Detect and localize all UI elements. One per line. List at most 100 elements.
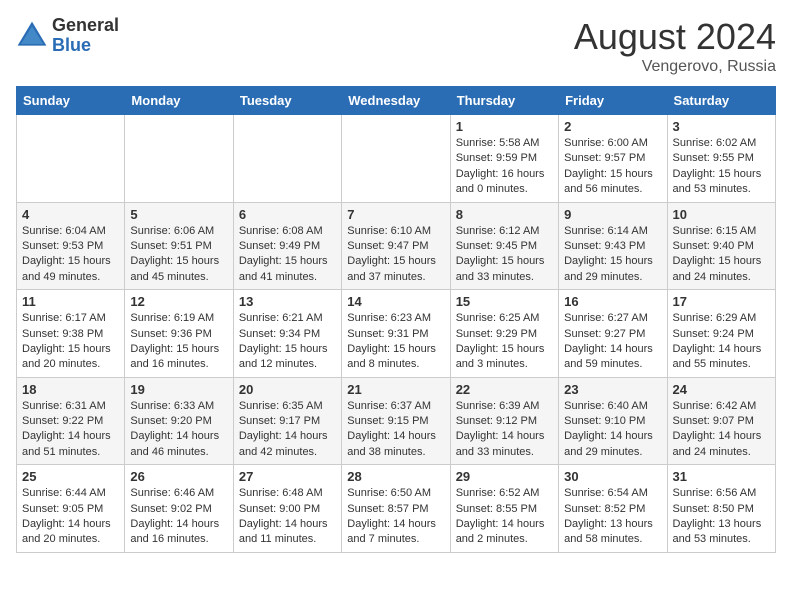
- day-info: Sunrise: 6:19 AM Sunset: 9:36 PM Dayligh…: [130, 311, 227, 373]
- day-info: Sunrise: 6:54 AM Sunset: 8:52 PM Dayligh…: [564, 486, 661, 548]
- day-number: 13: [239, 294, 336, 309]
- day-header-sunday: Sunday: [17, 87, 125, 115]
- calendar-cell: 15 Sunrise: 6:25 AM Sunset: 9:29 PM Dayli…: [450, 290, 558, 378]
- month-title: August 2024: [574, 16, 776, 58]
- calendar-cell: 9Sunrise: 6:14 AM Sunset: 9:43 PM Daylig…: [559, 202, 667, 290]
- day-number: 12: [130, 294, 227, 309]
- day-number: 31: [673, 469, 770, 484]
- header: General Blue August 2024 Vengerovo, Russ…: [16, 16, 776, 76]
- logo-blue-text: Blue: [52, 36, 119, 56]
- calendar-week-1: 1 Sunrise: 5:58 AM Sunset: 9:59 PM Daylig…: [17, 115, 776, 203]
- day-info: Sunrise: 6:52 AM Sunset: 8:55 PM Dayligh…: [456, 486, 553, 548]
- day-number: 2: [564, 119, 661, 134]
- calendar-cell: 4 Sunrise: 6:04 AM Sunset: 9:53 PM Daylig…: [17, 202, 125, 290]
- day-number: 3: [673, 119, 770, 134]
- location: Vengerovo, Russia: [574, 58, 776, 76]
- day-info: Sunrise: 6:17 AM Sunset: 9:38 PM Dayligh…: [22, 311, 119, 373]
- day-number: 11: [22, 294, 119, 309]
- day-number: 30: [564, 469, 661, 484]
- day-number: 25: [22, 469, 119, 484]
- day-info: Sunrise: 6:08 AM Sunset: 9:49 PM Dayligh…: [239, 224, 336, 286]
- day-info: Sunrise: 5:58 AM Sunset: 9:59 PM Dayligh…: [456, 136, 553, 198]
- day-number: 26: [130, 469, 227, 484]
- calendar-cell: 2 Sunrise: 6:00 AM Sunset: 9:57 PM Daylig…: [559, 115, 667, 203]
- day-info: Sunrise: 6:46 AM Sunset: 9:02 PM Dayligh…: [130, 486, 227, 548]
- calendar-cell: 25Sunrise: 6:44 AM Sunset: 9:05 PM Dayli…: [17, 465, 125, 553]
- day-header-wednesday: Wednesday: [342, 87, 450, 115]
- day-info: Sunrise: 6:14 AM Sunset: 9:43 PM Dayligh…: [564, 224, 661, 286]
- calendar-table: SundayMondayTuesdayWednesdayThursdayFrid…: [16, 86, 776, 553]
- day-number: 8: [456, 207, 553, 222]
- calendar-cell: 6Sunrise: 6:08 AM Sunset: 9:49 PM Daylig…: [233, 202, 341, 290]
- day-info: Sunrise: 6:15 AM Sunset: 9:40 PM Dayligh…: [673, 224, 770, 286]
- calendar-week-4: 18 Sunrise: 6:31 AM Sunset: 9:22 PM Dayli…: [17, 377, 776, 465]
- calendar-cell: 13 Sunrise: 6:21 AM Sunset: 9:34 PM Dayli…: [233, 290, 341, 378]
- day-number: 17: [673, 294, 770, 309]
- calendar-cell: 30 Sunrise: 6:54 AM Sunset: 8:52 PM Dayli…: [559, 465, 667, 553]
- calendar-cell: 23 Sunrise: 6:40 AM Sunset: 9:10 PM Dayli…: [559, 377, 667, 465]
- day-number: 14: [347, 294, 444, 309]
- calendar-cell: 8 Sunrise: 6:12 AM Sunset: 9:45 PM Daylig…: [450, 202, 558, 290]
- day-number: 4: [22, 207, 119, 222]
- day-info: Sunrise: 6:21 AM Sunset: 9:34 PM Dayligh…: [239, 311, 336, 373]
- calendar-cell: 14Sunrise: 6:23 AM Sunset: 9:31 PM Dayli…: [342, 290, 450, 378]
- day-number: 1: [456, 119, 553, 134]
- calendar-cell: 10Sunrise: 6:15 AM Sunset: 9:40 PM Dayli…: [667, 202, 775, 290]
- day-number: 22: [456, 382, 553, 397]
- day-info: Sunrise: 6:33 AM Sunset: 9:20 PM Dayligh…: [130, 399, 227, 461]
- day-number: 16: [564, 294, 661, 309]
- title-section: August 2024 Vengerovo, Russia: [574, 16, 776, 76]
- day-info: Sunrise: 6:27 AM Sunset: 9:27 PM Dayligh…: [564, 311, 661, 373]
- calendar-cell: 20 Sunrise: 6:35 AM Sunset: 9:17 PM Dayli…: [233, 377, 341, 465]
- day-info: Sunrise: 6:35 AM Sunset: 9:17 PM Dayligh…: [239, 399, 336, 461]
- day-info: Sunrise: 6:31 AM Sunset: 9:22 PM Dayligh…: [22, 399, 119, 461]
- calendar-cell: 19 Sunrise: 6:33 AM Sunset: 9:20 PM Dayli…: [125, 377, 233, 465]
- day-number: 19: [130, 382, 227, 397]
- calendar-cell: [17, 115, 125, 203]
- day-number: 21: [347, 382, 444, 397]
- day-info: Sunrise: 6:40 AM Sunset: 9:10 PM Dayligh…: [564, 399, 661, 461]
- day-info: Sunrise: 6:29 AM Sunset: 9:24 PM Dayligh…: [673, 311, 770, 373]
- day-number: 20: [239, 382, 336, 397]
- day-info: Sunrise: 6:10 AM Sunset: 9:47 PM Dayligh…: [347, 224, 444, 286]
- day-info: Sunrise: 6:48 AM Sunset: 9:00 PM Dayligh…: [239, 486, 336, 548]
- day-number: 28: [347, 469, 444, 484]
- day-number: 27: [239, 469, 336, 484]
- calendar-cell: 29 Sunrise: 6:52 AM Sunset: 8:55 PM Dayli…: [450, 465, 558, 553]
- calendar-week-5: 25Sunrise: 6:44 AM Sunset: 9:05 PM Dayli…: [17, 465, 776, 553]
- calendar-cell: 22Sunrise: 6:39 AM Sunset: 9:12 PM Dayli…: [450, 377, 558, 465]
- day-number: 15: [456, 294, 553, 309]
- logo-general-text: General: [52, 16, 119, 36]
- day-info: Sunrise: 6:12 AM Sunset: 9:45 PM Dayligh…: [456, 224, 553, 286]
- day-number: 23: [564, 382, 661, 397]
- calendar-cell: 17 Sunrise: 6:29 AM Sunset: 9:24 PM Dayli…: [667, 290, 775, 378]
- day-info: Sunrise: 6:56 AM Sunset: 8:50 PM Dayligh…: [673, 486, 770, 548]
- calendar-cell: [233, 115, 341, 203]
- calendar-cell: 28 Sunrise: 6:50 AM Sunset: 8:57 PM Dayli…: [342, 465, 450, 553]
- day-info: Sunrise: 6:04 AM Sunset: 9:53 PM Dayligh…: [22, 224, 119, 286]
- day-info: Sunrise: 6:50 AM Sunset: 8:57 PM Dayligh…: [347, 486, 444, 548]
- calendar-cell: 7Sunrise: 6:10 AM Sunset: 9:47 PM Daylig…: [342, 202, 450, 290]
- day-info: Sunrise: 6:00 AM Sunset: 9:57 PM Dayligh…: [564, 136, 661, 198]
- calendar-week-2: 4 Sunrise: 6:04 AM Sunset: 9:53 PM Daylig…: [17, 202, 776, 290]
- calendar-cell: 31 Sunrise: 6:56 AM Sunset: 8:50 PM Dayli…: [667, 465, 775, 553]
- logo-text: General Blue: [52, 16, 119, 56]
- day-info: Sunrise: 6:02 AM Sunset: 9:55 PM Dayligh…: [673, 136, 770, 198]
- day-header-tuesday: Tuesday: [233, 87, 341, 115]
- calendar-cell: [342, 115, 450, 203]
- day-number: 18: [22, 382, 119, 397]
- logo-icon: [16, 20, 48, 52]
- day-header-monday: Monday: [125, 87, 233, 115]
- day-number: 29: [456, 469, 553, 484]
- calendar-cell: 5Sunrise: 6:06 AM Sunset: 9:51 PM Daylig…: [125, 202, 233, 290]
- calendar-cell: 24Sunrise: 6:42 AM Sunset: 9:07 PM Dayli…: [667, 377, 775, 465]
- day-info: Sunrise: 6:25 AM Sunset: 9:29 PM Dayligh…: [456, 311, 553, 373]
- day-header-friday: Friday: [559, 87, 667, 115]
- calendar-cell: 18 Sunrise: 6:31 AM Sunset: 9:22 PM Dayli…: [17, 377, 125, 465]
- calendar-cell: 12 Sunrise: 6:19 AM Sunset: 9:36 PM Dayli…: [125, 290, 233, 378]
- day-info: Sunrise: 6:06 AM Sunset: 9:51 PM Dayligh…: [130, 224, 227, 286]
- calendar-cell: 26 Sunrise: 6:46 AM Sunset: 9:02 PM Dayli…: [125, 465, 233, 553]
- day-header-thursday: Thursday: [450, 87, 558, 115]
- day-info: Sunrise: 6:37 AM Sunset: 9:15 PM Dayligh…: [347, 399, 444, 461]
- calendar-cell: 27 Sunrise: 6:48 AM Sunset: 9:00 PM Dayli…: [233, 465, 341, 553]
